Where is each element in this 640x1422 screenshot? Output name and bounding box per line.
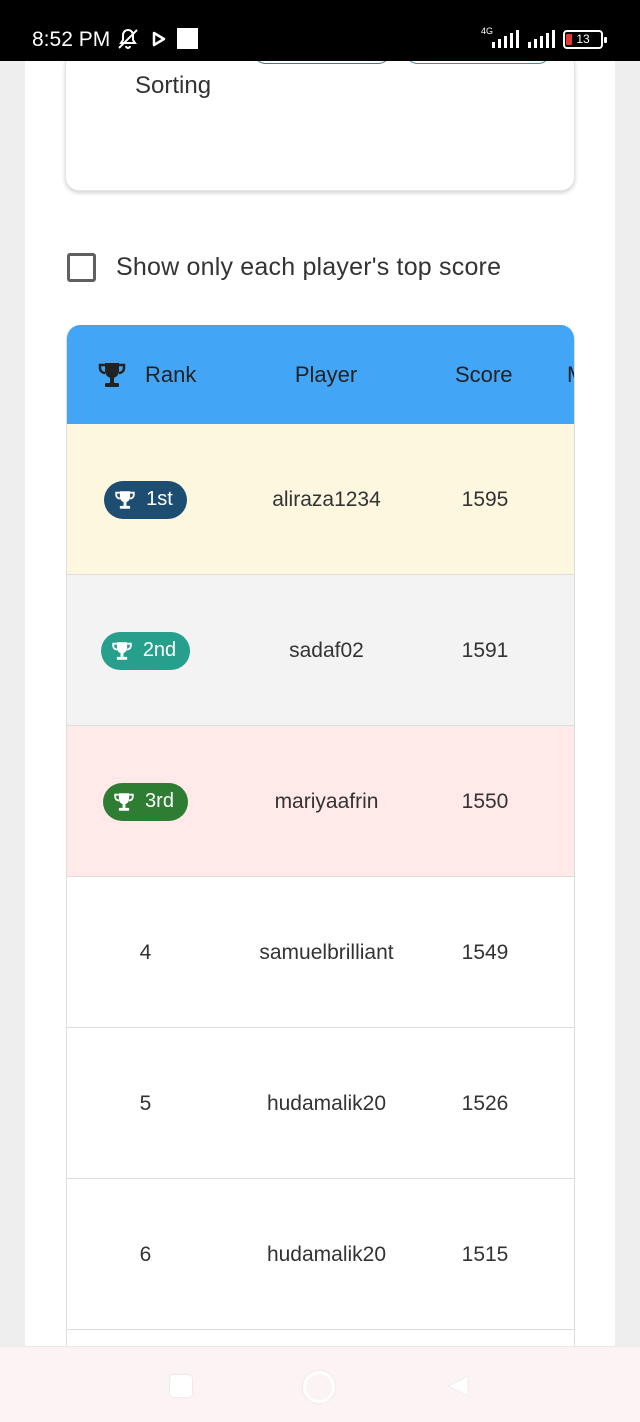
sorting-card: Sorting <box>65 61 575 191</box>
table-header: Rank Player Score M <box>67 325 574 424</box>
score-cell: 1515 <box>461 1242 509 1266</box>
notification-square-icon <box>177 28 198 49</box>
battery-level-fill <box>566 34 572 45</box>
rank-label: 6 <box>139 1242 152 1266</box>
trophy-icon <box>112 641 132 660</box>
rank-badge: 3rd <box>103 782 188 821</box>
rank-cell: 2nd <box>67 575 224 726</box>
signal-icon <box>528 30 555 48</box>
sort-option-chip[interactable] <box>253 61 391 64</box>
player-cell: mariyaafrin <box>274 789 379 813</box>
table-row[interactable]: 2nd sadaf02 1591 <box>67 575 574 726</box>
player-cell: samuelbrilliant <box>259 940 394 964</box>
rank-cell: 6 <box>67 1179 224 1330</box>
table-row[interactable]: 6 hudamalik20 1515 <box>67 1179 574 1330</box>
player-cell: sadaf02 <box>289 638 364 662</box>
column-header-score[interactable]: Score <box>455 325 512 424</box>
rank-badge-label: 3rd <box>145 790 174 812</box>
top-score-checkbox[interactable] <box>67 252 96 282</box>
rank-cell: 1st <box>67 424 224 575</box>
home-icon[interactable] <box>303 1371 335 1403</box>
rank-badge: 1st <box>104 480 187 519</box>
rank-badge-label: 1st <box>146 488 173 510</box>
rank-cell: 5 <box>67 1028 224 1179</box>
table-row[interactable]: 3rd mariyaafrin 1550 <box>67 726 574 877</box>
trophy-icon <box>114 792 134 811</box>
rank-badge: 2nd <box>100 631 191 670</box>
battery-tip <box>604 37 607 43</box>
leaderboard-table: Rank Player Score M 1st aliraza1234 1595 2n… <box>66 325 575 1351</box>
sort-option-chip[interactable] <box>405 61 551 64</box>
signal-icon <box>492 30 519 48</box>
player-cell: aliraza1234 <box>272 487 381 511</box>
recent-apps-icon[interactable] <box>170 1375 192 1397</box>
status-bar: 8:52 PM 4G 13 <box>0 0 640 61</box>
system-nav-bar <box>0 1346 640 1422</box>
score-cell: 1550 <box>461 789 509 813</box>
score-cell: 1595 <box>461 487 509 511</box>
table-row[interactable]: 1st aliraza1234 1595 <box>67 424 574 575</box>
table-row[interactable]: 5 hudamalik20 1526 <box>67 1028 574 1179</box>
score-cell: 1526 <box>461 1091 509 1115</box>
rank-label: 5 <box>139 1091 152 1115</box>
bell-off-icon <box>118 28 138 49</box>
rank-badge-label: 2nd <box>142 639 177 661</box>
column-header-more[interactable]: M <box>567 325 574 424</box>
score-cell: 1591 <box>461 638 509 662</box>
back-icon[interactable] <box>446 1374 470 1398</box>
player-cell: hudamalik20 <box>266 1242 387 1266</box>
trophy-icon <box>115 490 135 509</box>
top-score-filter[interactable]: Show only each player's top score <box>67 247 501 287</box>
leaderboard-page: Sorting Show only each player's top scor… <box>25 61 615 1351</box>
battery-icon: 13 <box>563 30 607 49</box>
rank-cell: 4 <box>67 877 224 1028</box>
play-icon <box>152 31 166 47</box>
table-row[interactable]: 4 samuelbrilliant 1549 <box>67 877 574 1028</box>
player-cell: hudamalik20 <box>266 1091 387 1115</box>
top-score-checkbox-label[interactable]: Show only each player's top score <box>116 253 501 282</box>
sorting-label: Sorting <box>135 72 212 99</box>
rank-label: 4 <box>139 940 152 964</box>
rank-cell: 3rd <box>67 726 224 877</box>
status-time: 8:52 PM <box>32 28 111 51</box>
battery-level: 13 <box>576 32 590 46</box>
score-cell: 1549 <box>461 940 509 964</box>
